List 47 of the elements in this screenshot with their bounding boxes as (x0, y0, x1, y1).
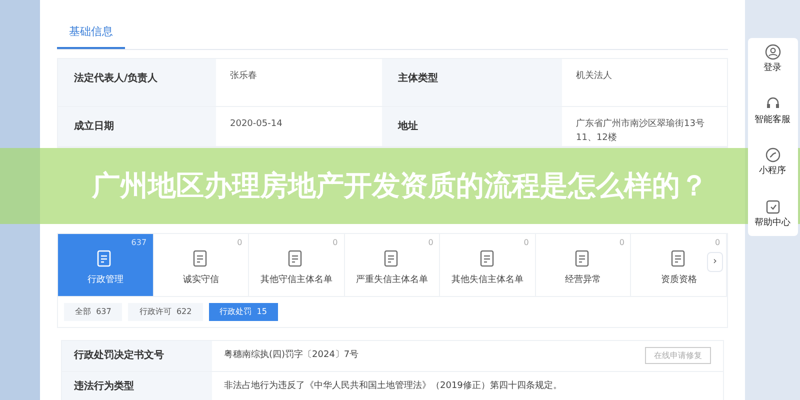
banner-title: 广州地区办理房地产开发资质的流程是怎么样的？ (92, 168, 708, 204)
count-label: 0 (332, 236, 338, 248)
document-icon (192, 250, 209, 268)
field-value: 粤穗南综执(四)罚字〔2024〕7号 (224, 348, 359, 362)
category-label: 诚实守信 (182, 274, 219, 287)
field-label: 行政处罚决定书文号 (62, 340, 212, 370)
side-menu-item[interactable]: 智能客服 (754, 96, 790, 127)
field-label: 主体类型 (382, 58, 562, 106)
filter-chip[interactable]: 行政许可 622 (128, 302, 203, 320)
side-menu-item[interactable]: 登录 (764, 44, 782, 76)
category-label: 行政管理 (87, 274, 124, 287)
circle-icon (764, 147, 780, 163)
field-label: 违法行为类型 (62, 372, 212, 400)
filter-chip[interactable]: 行政处罚 15 (208, 302, 278, 320)
square-icon (764, 198, 780, 214)
document-icon (384, 250, 400, 268)
field-value: 非法占地行为违反了《中华人民共和国土地管理法》（2019修正）第四十四条规定。 (224, 380, 562, 393)
count-label: 0 (619, 236, 624, 248)
next-button[interactable]: › (707, 252, 723, 272)
field-value: 张乐春 (229, 70, 258, 82)
document-icon (97, 250, 114, 268)
side-menu-item[interactable]: 小程序 (759, 147, 786, 178)
side-menu-item[interactable]: 帮助中心 (754, 198, 790, 230)
category-tab[interactable]: 637 行政管理 (58, 234, 154, 296)
category-label: 经营异常 (565, 274, 602, 287)
category-label: 资质资格 (660, 274, 697, 287)
field-label: 成立日期 (58, 106, 216, 146)
count-label: 0 (524, 236, 529, 248)
field-label: 地址 (382, 106, 562, 146)
category-label: 其他失信主体名单 (452, 274, 524, 287)
user-icon (764, 44, 780, 60)
section-tab[interactable]: 基础信息 (57, 24, 125, 48)
field-value: 2020-05-14 (229, 118, 284, 130)
document-icon (575, 250, 592, 268)
count-label: 637 (131, 236, 147, 248)
filter-chip[interactable]: 全部 637 (64, 302, 122, 320)
field-label: 法定代表人/负责人 (58, 58, 216, 106)
category-label: 其他守信主体名单 (260, 274, 332, 287)
count-label: 0 (428, 236, 434, 248)
category-label: 严重失信主体名单 (356, 274, 428, 287)
field-value: 广东省广州市南沙区翠瑜街13号11、12楼 (575, 118, 706, 144)
document-icon (480, 250, 496, 268)
document-icon (670, 250, 687, 268)
count-label: 0 (714, 236, 720, 248)
count-label: 0 (237, 236, 242, 248)
field-value: 机关法人 (575, 70, 613, 82)
document-icon (288, 250, 304, 268)
